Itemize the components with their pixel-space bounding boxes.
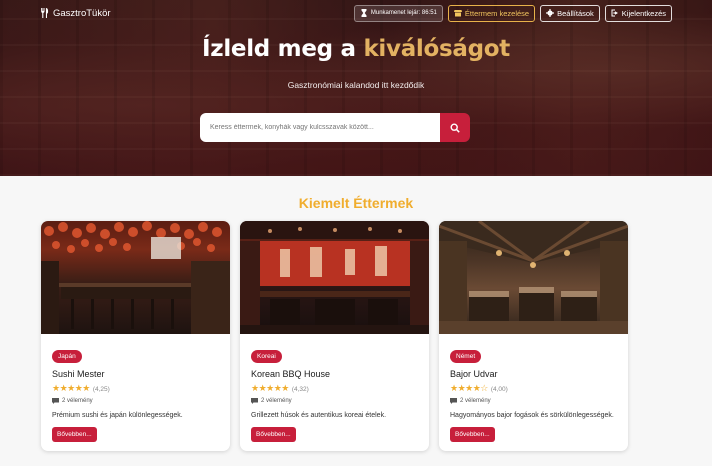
rating-value: (4,32) xyxy=(291,385,309,393)
rating: ★★★★★ (4,25) xyxy=(52,384,219,394)
hero-title-accent: kiválóságot xyxy=(363,36,510,62)
star-rating-icon: ★★★★★ xyxy=(52,384,90,394)
comment-icon xyxy=(52,398,59,404)
details-button[interactable]: Bővebben... xyxy=(450,427,495,442)
restaurant-photo-art xyxy=(41,221,230,334)
navbar: GasztroTükör Munkamenet lejár: 86:51 Étt… xyxy=(0,0,712,26)
review-count: 2 vélemény xyxy=(52,398,219,404)
details-button[interactable]: Bővebben... xyxy=(52,427,97,442)
restaurant-photo xyxy=(41,221,230,334)
review-count-text: 2 vélemény xyxy=(261,398,292,404)
search-bar xyxy=(200,113,470,142)
cuisine-badge: Koreai xyxy=(251,350,282,363)
comment-icon xyxy=(450,398,457,404)
restaurant-description: Grillezett húsok és autentikus koreai ét… xyxy=(251,412,387,419)
restaurant-name: Korean BBQ House xyxy=(251,369,331,379)
restaurant-photo-art xyxy=(439,221,628,334)
details-button[interactable]: Bővebben... xyxy=(251,427,296,442)
brand-name: GasztroTükör xyxy=(53,7,111,19)
manage-restaurant-button[interactable]: Éttermem kezelése xyxy=(447,4,536,22)
featured-section: Kiemelt Éttermek Japán Sushi Mester ★★★★… xyxy=(0,176,712,466)
cuisine-badge: Német xyxy=(450,350,482,363)
brand-link[interactable]: GasztroTükör xyxy=(40,8,111,19)
session-timer-badge: Munkamenet lejár: 86:51 xyxy=(353,4,443,22)
star-rating-icon: ★★★★★ xyxy=(251,384,289,394)
settings-label: Beállítások xyxy=(557,8,594,18)
search-icon xyxy=(450,122,460,133)
search-input[interactable] xyxy=(200,113,440,142)
rating: ★★★★★ (4,32) xyxy=(251,384,418,394)
hero-section: GasztroTükör Munkamenet lejár: 86:51 Étt… xyxy=(0,0,712,176)
utensils-icon xyxy=(41,8,49,18)
hero-title: Ízleld meg a kiválóságot xyxy=(0,36,712,62)
restaurant-card: Japán Sushi Mester ★★★★★ (4,25) 2 vélemé… xyxy=(41,221,230,451)
gear-icon xyxy=(546,9,555,17)
review-count-text: 2 vélemény xyxy=(62,398,93,404)
hero-subtitle: Gasztronómiai kalandod itt kezdődik xyxy=(287,80,425,90)
hero-title-main: Ízleld meg a xyxy=(201,36,364,62)
search-button[interactable] xyxy=(440,113,470,142)
logout-label: Kijelentkezés xyxy=(621,8,666,18)
manage-restaurant-label: Éttermem kezelése xyxy=(464,8,530,18)
restaurant-card: Német Bajor Udvar ★★★★☆ (4,00) 2 vélemén… xyxy=(439,221,628,451)
restaurant-description: Prémium sushi és japán különlegességek. xyxy=(52,412,183,419)
restaurant-photo xyxy=(439,221,628,334)
hourglass-icon xyxy=(361,9,367,17)
comment-icon xyxy=(251,398,258,404)
store-icon xyxy=(453,10,462,17)
featured-title: Kiemelt Éttermek xyxy=(298,195,414,211)
rating-value: (4,25) xyxy=(92,385,110,393)
review-count-text: 2 vélemény xyxy=(460,398,491,404)
restaurant-name: Sushi Mester xyxy=(52,369,105,379)
review-count: 2 vélemény xyxy=(251,398,418,404)
cuisine-badge: Japán xyxy=(52,350,82,363)
star-rating-icon: ★★★★☆ xyxy=(450,384,488,394)
restaurant-name: Bajor Udvar xyxy=(450,369,498,379)
session-timer-text: Munkamenet lejár: 86:51 xyxy=(370,10,437,16)
restaurant-photo-art xyxy=(240,221,429,334)
rating: ★★★★☆ (4,00) xyxy=(450,384,617,394)
logout-icon xyxy=(611,9,618,17)
logout-button[interactable]: Kijelentkezés xyxy=(604,4,672,22)
restaurant-photo xyxy=(240,221,429,334)
review-count: 2 vélemény xyxy=(450,398,617,404)
restaurant-cards: Japán Sushi Mester ★★★★★ (4,25) 2 vélemé… xyxy=(41,221,628,451)
rating-value: (4,00) xyxy=(490,385,508,393)
restaurant-card: Koreai Korean BBQ House ★★★★★ (4,32) 2 v… xyxy=(240,221,429,451)
settings-button[interactable]: Beállítások xyxy=(540,4,600,22)
restaurant-description: Hagyományos bajor fogások és sörkülönleg… xyxy=(450,412,614,419)
